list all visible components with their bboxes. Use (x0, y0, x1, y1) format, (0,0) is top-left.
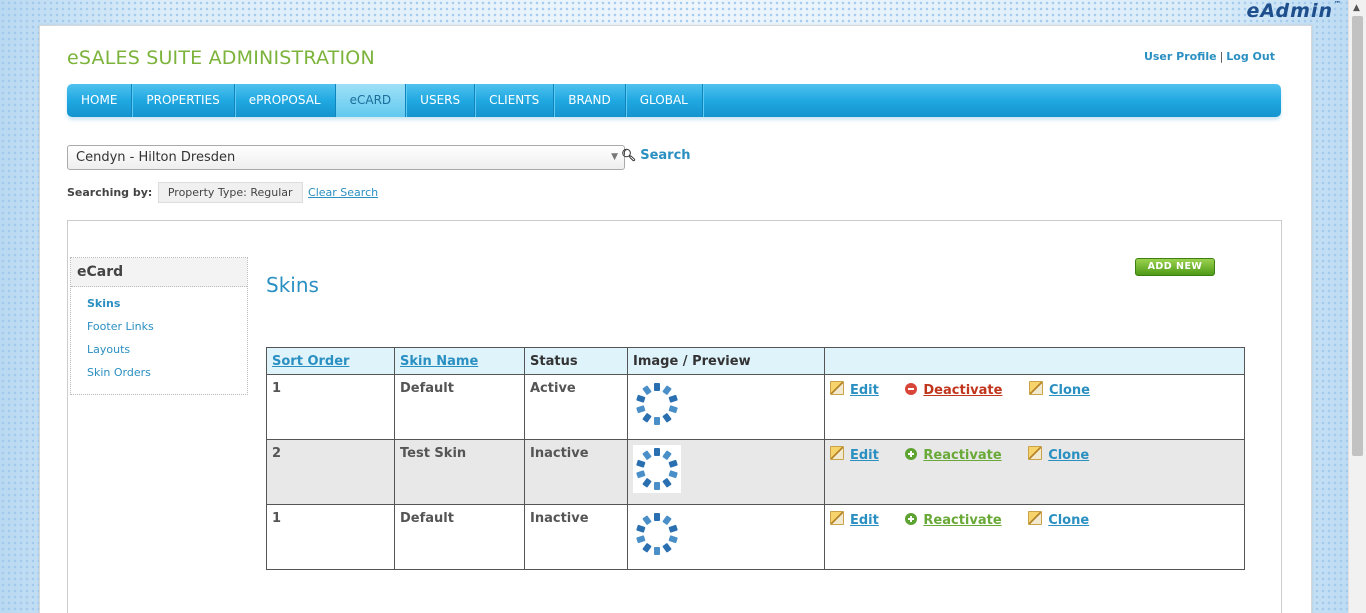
edit-action[interactable]: Edit (830, 381, 879, 398)
sidebar-item-skins[interactable]: Skins (71, 292, 247, 315)
filter-chip: Property Type: Regular (157, 182, 303, 203)
search-button[interactable]: 🔍︎ Search (621, 148, 691, 163)
status-cell: Inactive (524, 439, 628, 505)
spinner-ring-icon[interactable] (633, 510, 681, 558)
status-cell: Inactive (524, 504, 628, 570)
scroll-up-arrow-icon[interactable]: ▲ (1353, 3, 1360, 13)
sort-order-cell: 2 (266, 439, 395, 505)
sidebar-title: eCard (71, 258, 247, 287)
spinner-ring-icon[interactable] (633, 445, 681, 493)
preview-cell (627, 374, 825, 440)
search-button-label: Search (640, 148, 691, 163)
add-new-button[interactable]: ADD NEW (1135, 258, 1215, 276)
sidebar-item-layouts[interactable]: Layouts (71, 338, 247, 361)
brand-logo: eAdmin™ (1246, 0, 1342, 22)
pencil-icon (830, 446, 844, 460)
page-title: Skins (266, 273, 319, 297)
magnifier-icon: 🔍︎ (621, 148, 637, 162)
clone-action[interactable]: Clone (1028, 511, 1089, 528)
property-select[interactable]: Cendyn - Hilton Dresden ▼ (67, 145, 625, 170)
sidebar-item-footer-links[interactable]: Footer Links (71, 315, 247, 338)
nav-home[interactable]: HOME (67, 84, 133, 117)
nav-clients[interactable]: CLIENTS (475, 84, 555, 117)
clone-action[interactable]: Clone (1028, 446, 1089, 463)
table-row: 1 Default Active Edit Deactivate Clone (266, 374, 1245, 440)
preview-cell (627, 504, 825, 570)
page-scrollbar[interactable]: ▲ (1348, 0, 1366, 613)
app-title: eSALES SUITE ADMINISTRATION (67, 47, 375, 69)
reactivate-action[interactable]: Reactivate (905, 448, 1002, 463)
page-container: eSALES SUITE ADMINISTRATION User Profile… (39, 25, 1312, 613)
column-header-sort-order[interactable]: Sort Order (266, 347, 395, 375)
sort-order-cell: 1 (266, 504, 395, 570)
pencil-icon (830, 381, 844, 395)
skin-name-cell: Test Skin (394, 439, 525, 505)
clear-search-link[interactable]: Clear Search (308, 186, 378, 199)
sidebar-item-skin-orders[interactable]: Skin Orders (71, 361, 247, 384)
nav-properties[interactable]: PROPERTIES (132, 84, 235, 117)
deactivate-action[interactable]: Deactivate (905, 383, 1002, 398)
searching-by-label: Searching by: (67, 186, 153, 199)
reactivate-action[interactable]: Reactivate (905, 513, 1002, 528)
skin-name-cell: Default (394, 374, 525, 440)
search-criteria: Searching by: Property Type: Regular Cle… (67, 182, 378, 203)
plus-circle-icon (905, 513, 918, 525)
log-out-link[interactable]: Log Out (1226, 50, 1275, 63)
skin-name-cell: Default (394, 504, 525, 570)
nav-brand[interactable]: BRAND (554, 84, 626, 117)
scrollbar-thumb[interactable] (1352, 16, 1363, 456)
user-links: User Profile | Log Out (1144, 50, 1275, 63)
nav-eproposal[interactable]: ePROPOSAL (235, 84, 336, 117)
main-nav: HOME PROPERTIES ePROPOSAL eCARD USERS CL… (67, 84, 1281, 117)
pencil-icon (1028, 511, 1043, 525)
clone-action[interactable]: Clone (1028, 381, 1090, 398)
user-links-separator: | (1219, 50, 1224, 63)
pencil-icon (1028, 381, 1043, 395)
actions-cell: Edit Reactivate Clone (824, 439, 1245, 505)
nav-users[interactable]: USERS (406, 84, 476, 117)
content-panel: eCard Skins Footer Links Layouts Skin Or… (67, 220, 1282, 613)
table-row: 1 Default Inactive Edit Reactivate Clone (266, 504, 1245, 570)
sort-order-cell: 1 (266, 374, 395, 440)
status-cell: Active (524, 374, 628, 440)
spinner-ring-icon[interactable] (633, 380, 681, 428)
skins-table: Sort Order Skin Name Status Image / Prev… (266, 347, 1245, 570)
edit-action[interactable]: Edit (830, 511, 879, 528)
sidebar: eCard Skins Footer Links Layouts Skin Or… (70, 257, 248, 395)
property-select-value: Cendyn - Hilton Dresden (76, 150, 236, 165)
minus-circle-icon (905, 383, 918, 395)
table-row: 2 Test Skin Inactive Edit Reactivate Clo… (266, 439, 1245, 505)
user-profile-link[interactable]: User Profile (1144, 50, 1217, 63)
column-header-skin-name[interactable]: Skin Name (394, 347, 525, 375)
plus-circle-icon (905, 448, 918, 460)
column-header-status: Status (524, 347, 628, 375)
table-header-row: Sort Order Skin Name Status Image / Prev… (266, 347, 1245, 375)
preview-cell (627, 439, 825, 505)
nav-global[interactable]: GLOBAL (626, 84, 703, 117)
nav-ecard[interactable]: eCARD (335, 84, 407, 117)
edit-action[interactable]: Edit (830, 446, 879, 463)
chevron-down-icon: ▼ (611, 152, 618, 162)
actions-cell: Edit Deactivate Clone (824, 374, 1245, 440)
actions-cell: Edit Reactivate Clone (824, 504, 1245, 570)
column-header-image-preview: Image / Preview (627, 347, 825, 375)
pencil-icon (830, 511, 844, 525)
column-header-actions (824, 347, 1245, 375)
pencil-icon (1028, 446, 1043, 460)
